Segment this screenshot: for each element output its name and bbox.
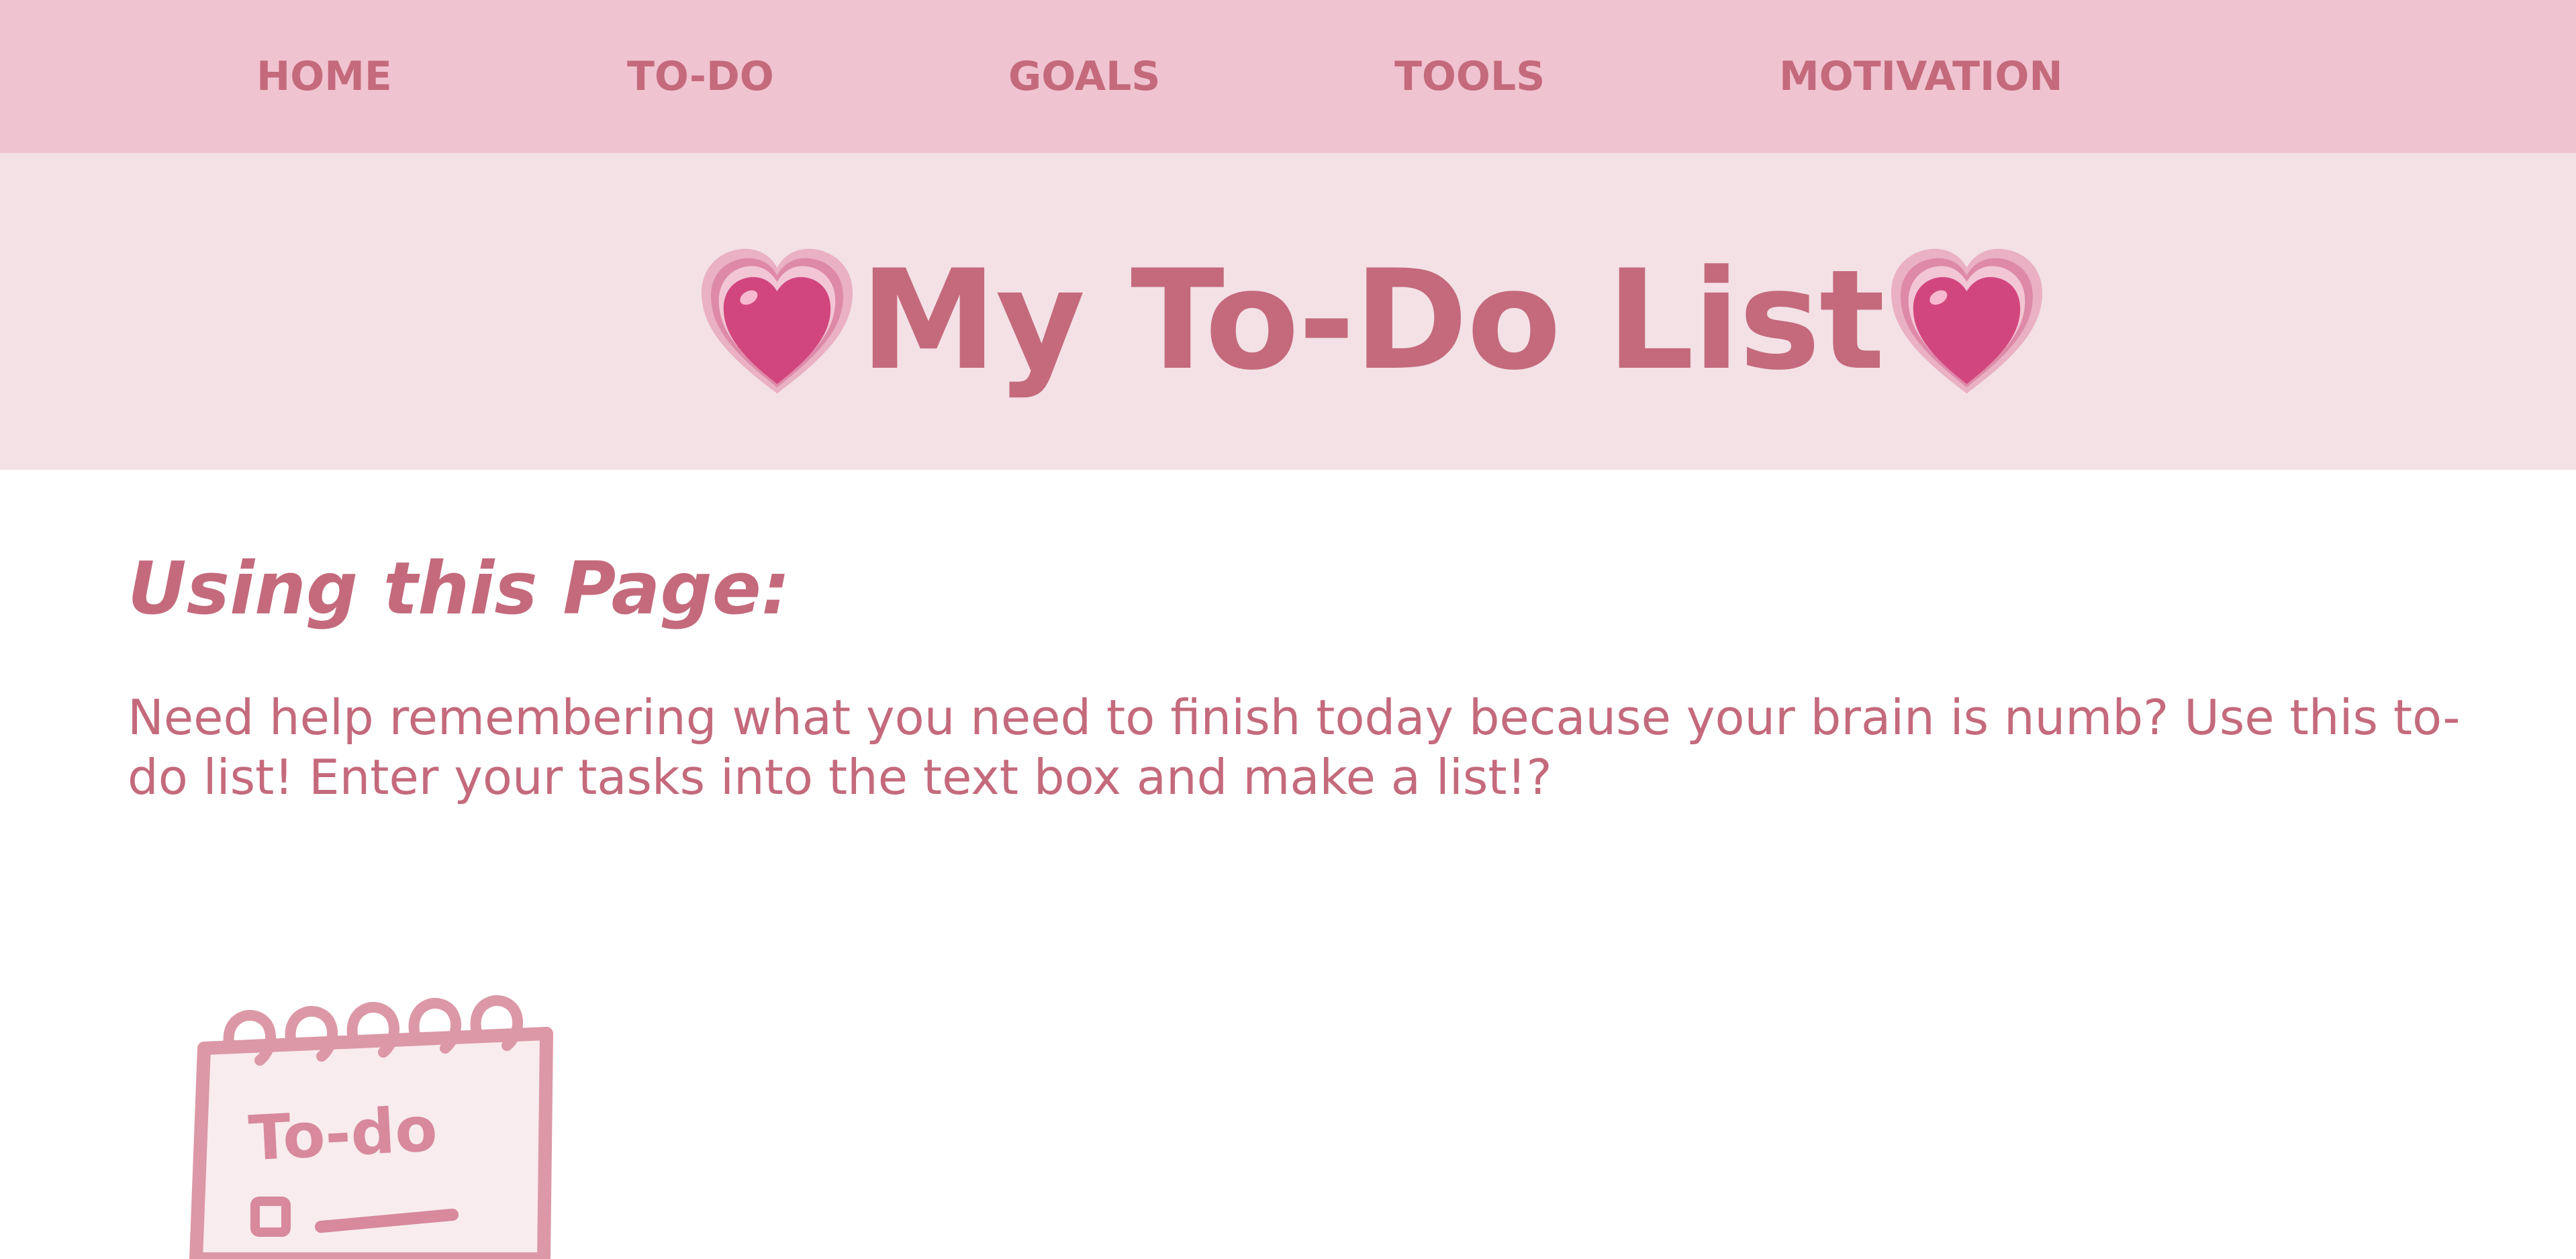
growing-heart-icon xyxy=(1891,248,2042,393)
page-description: Need help remembering what you need to f… xyxy=(128,689,2461,805)
title-row: My To-Do List xyxy=(698,234,2046,408)
notepad-label: To-do xyxy=(247,1093,439,1175)
nav-todo-link[interactable]: TO-DO xyxy=(627,0,774,153)
nav-home-link[interactable]: HOME xyxy=(256,0,392,153)
growing-heart-icon xyxy=(702,248,853,393)
page-title: My To-Do List xyxy=(860,241,1885,401)
nav-tools-link[interactable]: TOOLS xyxy=(1394,0,1545,153)
notepad-icon: To-do xyxy=(189,995,553,1259)
section-heading: Using this Page: xyxy=(128,547,791,631)
top-navbar: HOME TO-DO GOALS TOOLS MOTIVATION xyxy=(0,0,2576,153)
nav-motivation-link[interactable]: MOTIVATION xyxy=(1779,0,2063,153)
page-header: My To-Do List xyxy=(0,153,2576,470)
nav-goals-link[interactable]: GOALS xyxy=(1008,0,1161,153)
